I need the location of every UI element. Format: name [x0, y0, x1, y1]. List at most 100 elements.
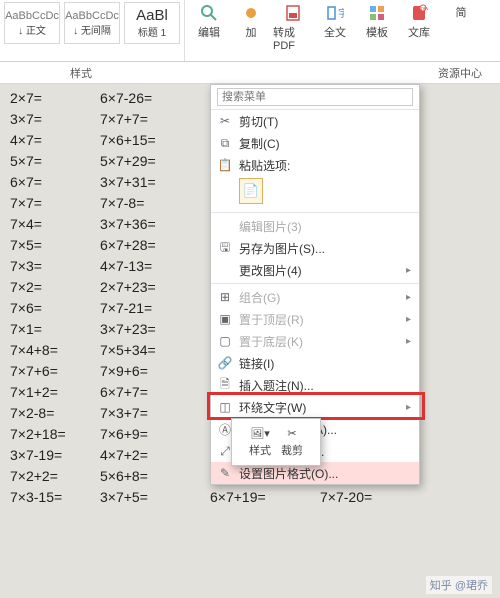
menu-insert-caption[interactable]: 🗎插入题注(N)... — [211, 374, 419, 396]
doc-cell: 5×7= — [10, 153, 100, 169]
menu-save-as-picture[interactable]: 🖫另存为图片(S)... — [211, 237, 419, 259]
group-icon: ⊞ — [217, 289, 233, 305]
styles-gallery[interactable]: AaBbCcDc↓ 正文 AaBbCcDc↓ 无间隔 AaBl标题 1 — [0, 0, 185, 61]
fulltext-button[interactable]: 字全文 — [315, 0, 355, 61]
menu-edit-picture: 编辑图片(3) — [211, 215, 419, 237]
copy-icon: ⧉ — [217, 135, 233, 151]
library-icon: new — [410, 4, 428, 22]
style-normal[interactable]: AaBbCcDc↓ 正文 — [4, 2, 60, 44]
doc-cell: 7×3= — [10, 258, 100, 274]
ribbon: AaBbCcDc↓ 正文 AaBbCcDc↓ 无间隔 AaBl标题 1 编辑 加… — [0, 0, 500, 62]
doc-cell: 7×7-8= — [100, 195, 210, 211]
style-icon: 🖼▾ — [250, 427, 270, 440]
resource-center-label: 资源中心 — [438, 65, 482, 81]
doc-cell: 2×7+23= — [100, 279, 210, 295]
mini-crop-button[interactable]: ✂裁剪 — [281, 427, 303, 458]
doc-cell: 7×6+9= — [100, 426, 210, 442]
caption-icon: 🗎 — [217, 377, 233, 393]
scissors-icon: ✂ — [217, 113, 233, 129]
chevron-right-icon: ▸ — [406, 265, 411, 276]
doc-cell: 7×7-21= — [100, 300, 210, 316]
doc-cell: 4×7+2= — [100, 447, 210, 463]
grid-icon — [368, 4, 386, 22]
doc-cell: 6×7-26= — [100, 90, 210, 106]
front-icon: ▣ — [217, 311, 233, 327]
doc-cell: 7×5= — [10, 237, 100, 253]
doc-cell: 6×7+7= — [100, 384, 210, 400]
doc-cell: 5×6+8= — [100, 468, 210, 484]
save-icon: 🖫 — [217, 240, 233, 256]
doc-cell: 6×7+19= — [210, 489, 320, 505]
mini-style-button[interactable]: 🖼▾样式 — [249, 427, 271, 458]
doc-cell: 7×2+18= — [10, 426, 100, 442]
simple-button[interactable]: 简 — [441, 0, 481, 61]
doc-cell: 7×3+7= — [100, 405, 210, 421]
doc-cell: 7×7+7= — [100, 111, 210, 127]
doc-cell: 7×2= — [10, 279, 100, 295]
doc-cell: 7×5+34= — [100, 342, 210, 358]
doc-row: 7×3-15=3×7+5=6×7+19=7×7-20= — [10, 489, 490, 505]
doc-cell: 3×7+23= — [100, 321, 210, 337]
doc-cell: 3×7= — [10, 111, 100, 127]
doc-cell: 5×7+29= — [100, 153, 210, 169]
edit-button[interactable]: 编辑 — [189, 0, 229, 61]
back-icon: ▢ — [217, 333, 233, 349]
menu-paste-options: 📋粘贴选项: — [211, 154, 419, 176]
menu-cut[interactable]: ✂剪切(T) — [211, 110, 419, 132]
ribbon-subbar: 样式 资源中心 — [0, 62, 500, 84]
library-button[interactable]: new文库 — [399, 0, 439, 61]
doc-cell: 7×6= — [10, 300, 100, 316]
doc-cell: 7×7= — [10, 195, 100, 211]
format-icon: ✎ — [217, 465, 233, 481]
text-icon: 字 — [326, 4, 344, 22]
doc-cell: 7×1+2= — [10, 384, 100, 400]
dot-icon — [242, 4, 260, 22]
doc-cell: 7×1= — [10, 321, 100, 337]
doc-cell: 7×6+15= — [100, 132, 210, 148]
doc-cell: 3×7+31= — [100, 174, 210, 190]
menu-search-input[interactable] — [217, 88, 413, 106]
paste-icon: 📋 — [217, 157, 233, 173]
menu-copy[interactable]: ⧉复制(C) — [211, 132, 419, 154]
doc-cell: 3×7-19= — [10, 447, 100, 463]
styles-group-label: 样式 — [70, 65, 92, 81]
doc-cell: 7×9+6= — [100, 363, 210, 379]
search-icon — [200, 4, 218, 22]
style-nospacing[interactable]: AaBbCcDc↓ 无间隔 — [64, 2, 120, 44]
crop-icon: ✂ — [287, 427, 296, 440]
doc-cell: 7×4+8= — [10, 342, 100, 358]
doc-cell: 7×7+6= — [10, 363, 100, 379]
doc-cell: 2×7= — [10, 90, 100, 106]
ribbon-buttons: 编辑 加 转成PDF 字全文 模板 new文库 简 — [185, 0, 481, 61]
doc-cell: 7×2+2= — [10, 468, 100, 484]
pdf-icon — [284, 4, 302, 22]
doc-cell: 7×4= — [10, 216, 100, 232]
doc-cell: 7×7-20= — [320, 489, 430, 505]
menu-bring-front: ▣置于顶层(R)▸ — [211, 308, 419, 330]
doc-cell: 3×7+5= — [100, 489, 210, 505]
wrap-icon: ◫ — [217, 399, 233, 415]
doc-cell: 7×2-8= — [10, 405, 100, 421]
menu-wrap-text[interactable]: ◫环绕文字(W)▸ — [211, 396, 419, 418]
menu-link[interactable]: 🔗链接(I) — [211, 352, 419, 374]
pdf-button[interactable]: 转成PDF — [273, 0, 313, 61]
menu-group: ⊞组合(G)▸ — [211, 286, 419, 308]
doc-cell: 7×3-15= — [10, 489, 100, 505]
template-button[interactable]: 模板 — [357, 0, 397, 61]
menu-send-back: ▢置于底层(K)▸ — [211, 330, 419, 352]
paste-keep-source[interactable]: 📄 — [239, 178, 263, 204]
add-button[interactable]: 加 — [231, 0, 271, 61]
doc-cell: 4×7-13= — [100, 258, 210, 274]
menu-change-picture[interactable]: 更改图片(4)▸ — [211, 259, 419, 281]
doc-cell: 6×7+28= — [100, 237, 210, 253]
svg-text:字: 字 — [338, 7, 344, 20]
doc-cell: 6×7= — [10, 174, 100, 190]
svg-text:new: new — [421, 6, 428, 12]
style-heading1[interactable]: AaBl标题 1 — [124, 2, 180, 44]
link-icon: 🔗 — [217, 355, 233, 371]
paste-option-row: 📄 — [211, 176, 419, 210]
doc-cell: 3×7+36= — [100, 216, 210, 232]
mini-toolbar: 🖼▾样式 ✂裁剪 — [231, 418, 321, 466]
menu-search[interactable] — [211, 85, 419, 110]
watermark: 知乎 @珺乔 — [426, 576, 492, 594]
